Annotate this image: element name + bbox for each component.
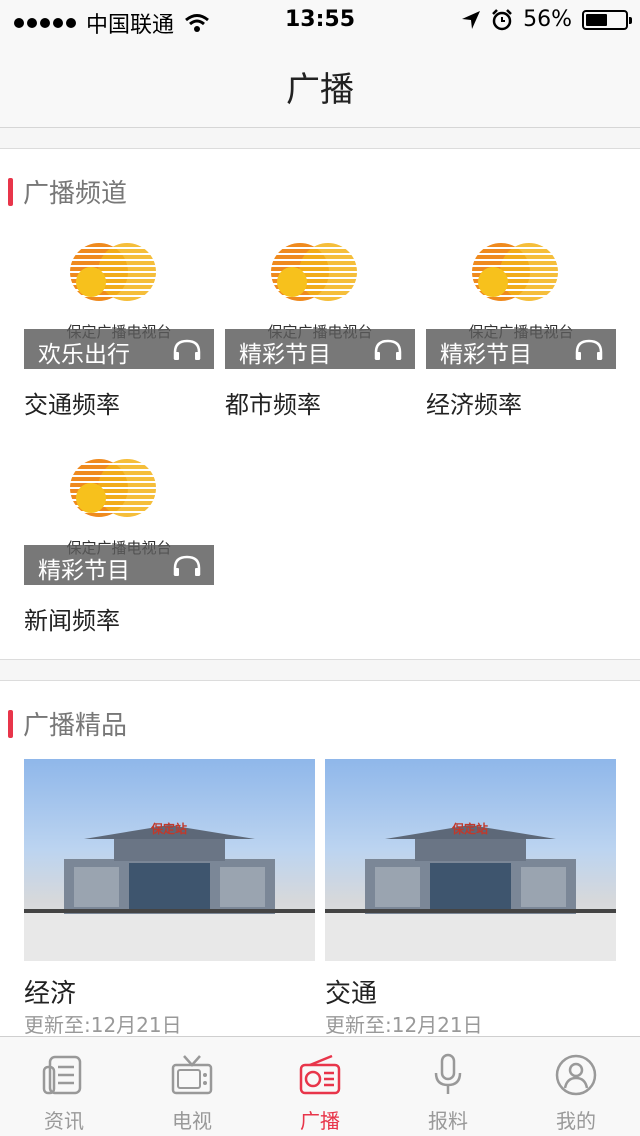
channel-card[interactable]: 保定广播电视台 精彩节目 经济频率: [426, 235, 616, 425]
program-label: 精彩节目: [440, 342, 532, 368]
channel-overlay: 精彩节目: [24, 545, 214, 585]
program-label: 精彩节目: [38, 558, 130, 584]
program-label: 欢乐出行: [38, 342, 130, 368]
channel-card[interactable]: 保定广播电视台 精彩节目 新闻频率: [24, 451, 214, 641]
channel-overlay: 精彩节目: [225, 329, 415, 369]
channel-name: 经济频率: [426, 391, 522, 419]
channel-overlay: 欢乐出行: [24, 329, 214, 369]
channel-name: 新闻频率: [24, 607, 120, 635]
featured-name: 交通: [325, 979, 378, 1009]
headphones-icon[interactable]: [373, 339, 403, 361]
tab-tv[interactable]: 电视: [128, 1037, 256, 1136]
channel-thumbnail: 保定广播电视台 精彩节目: [24, 451, 214, 585]
tab-report[interactable]: 报料: [384, 1037, 512, 1136]
section-accent-bar: [8, 177, 13, 206]
battery-level: [586, 13, 607, 26]
channel-name: 交通频率: [24, 391, 120, 419]
tab-label: 广播: [300, 1109, 340, 1133]
channel-thumbnail: 保定广播电视台 精彩节目: [426, 235, 616, 369]
tab-label: 资讯: [44, 1109, 84, 1133]
station-photo: 保定站: [325, 759, 616, 961]
channel-card[interactable]: 保定广播电视台 精彩节目 都市频率: [225, 235, 415, 425]
section-accent-bar: [8, 709, 13, 738]
update-info: 更新至:12月21日: [325, 1013, 483, 1037]
station-logo: [271, 243, 361, 305]
channels-section: 广播频道 保定广播电视台 欢乐出行 交通频率 保定广播电视台 精彩节目 都市频率…: [0, 148, 640, 660]
station-logo: [70, 243, 160, 305]
battery-icon: [582, 9, 632, 30]
alarm-icon: [492, 8, 512, 30]
section-header: 广播频道: [8, 173, 127, 210]
tv-icon: [171, 1055, 213, 1095]
status-bar: 中国联通 13:55 56%: [0, 0, 640, 40]
channel-thumbnail: 保定广播电视台 欢乐出行: [24, 235, 214, 369]
station-sign: 保定站: [150, 821, 187, 836]
tab-news[interactable]: 资讯: [0, 1037, 128, 1136]
tab-label: 电视: [172, 1109, 212, 1133]
headphones-icon[interactable]: [574, 339, 604, 361]
section-title: 广播精品: [23, 711, 128, 741]
microphone-icon: [434, 1053, 462, 1094]
tab-label: 我的: [556, 1109, 596, 1133]
tab-radio[interactable]: 广播: [256, 1037, 384, 1136]
headphones-icon[interactable]: [172, 555, 202, 577]
station-sign: 保定站: [451, 821, 488, 836]
section-title: 广播频道: [23, 179, 128, 209]
page-title: 广播: [286, 70, 354, 110]
top-bar: 中国联通 13:55 56% 广播: [0, 0, 640, 128]
channel-name: 都市频率: [225, 391, 321, 419]
channel-card[interactable]: 保定广播电视台 欢乐出行 交通频率: [24, 235, 214, 425]
location-arrow-icon: [462, 10, 481, 29]
tab-label: 报料: [428, 1109, 468, 1133]
update-info: 更新至:12月21日: [24, 1013, 182, 1037]
featured-card[interactable]: 保定站 经济 更新至:12月21日: [24, 759, 315, 1039]
featured-name: 经济: [24, 979, 77, 1009]
headphones-icon[interactable]: [172, 339, 202, 361]
station-logo: [70, 459, 160, 521]
profile-icon: [555, 1054, 597, 1096]
battery-percent: 56%: [523, 7, 572, 32]
program-label: 精彩节目: [239, 342, 331, 368]
channel-thumbnail: 保定广播电视台 精彩节目: [225, 235, 415, 369]
featured-section: 广播精品 保定站 经济 更新至:12月21日 保定站 交通 更新至:12月21日: [0, 680, 640, 1040]
channel-overlay: 精彩节目: [426, 329, 616, 369]
news-icon: [42, 1055, 82, 1095]
tab-profile[interactable]: 我的: [512, 1037, 640, 1136]
featured-card[interactable]: 保定站 交通 更新至:12月21日: [325, 759, 616, 1039]
section-header: 广播精品: [8, 705, 127, 742]
tab-bar: 资讯 电视 广播 报料 我的: [0, 1036, 640, 1136]
station-logo: [472, 243, 562, 305]
radio-icon: [299, 1054, 341, 1095]
station-photo: 保定站: [24, 759, 315, 961]
